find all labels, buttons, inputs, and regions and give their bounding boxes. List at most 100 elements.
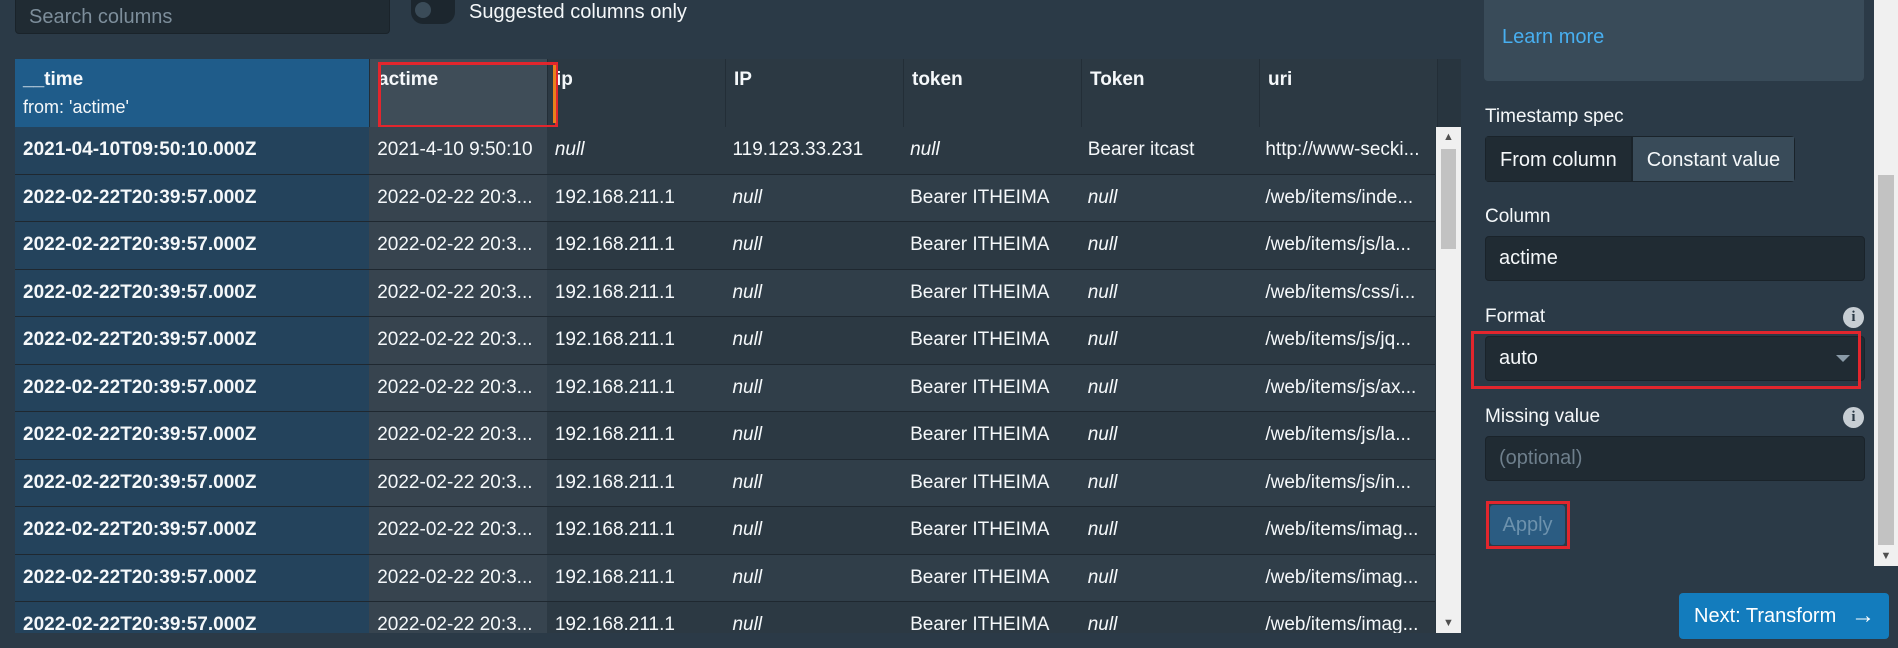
panel-scrollbar[interactable]: ▼ (1874, 0, 1898, 566)
cell-Token: null (1079, 602, 1258, 633)
data-table: __time from: 'actime' actime ip IP token… (15, 59, 1461, 633)
missing-value-input[interactable]: (optional) (1485, 436, 1865, 481)
column-resize-handle[interactable] (553, 65, 556, 123)
cell-actime: 2021-4-10 9:50:10 (369, 127, 547, 174)
info-icon[interactable]: i (1843, 307, 1864, 328)
cell-token: Bearer ITHEIMA (902, 222, 1080, 269)
cell-Token: null (1079, 459, 1258, 506)
cell-uri: /web/items/imag... (1257, 554, 1435, 601)
table-body: 2021-04-10T09:50:10.000Z 2021-4-10 9:50:1… (15, 127, 1435, 633)
cell-time: 2022-02-22T20:39:57.000Z (15, 459, 370, 506)
scroll-down-icon[interactable]: ▼ (1874, 546, 1898, 566)
column-header-Token[interactable]: Token (1082, 59, 1260, 127)
cell-Token: null (1079, 364, 1258, 411)
data-loader-page: Suggested columns only __time from: 'act… (0, 0, 1898, 648)
cell-IP: 119.123.33.231 (724, 127, 903, 174)
cell-token: Bearer ITHEIMA (902, 602, 1080, 633)
spec-option-constant-value[interactable]: Constant value (1631, 136, 1796, 182)
table-scrollbar[interactable]: ▲ ▼ (1436, 127, 1461, 633)
cell-ip: 192.168.211.1 (546, 364, 725, 411)
cell-time: 2022-02-22T20:39:57.000Z (15, 317, 370, 364)
cell-IP: null (724, 364, 903, 411)
cell-actime: 2022-02-22 20:3... (369, 602, 547, 633)
cell-IP: null (724, 602, 903, 633)
cell-uri: /web/items/js/ax... (1257, 364, 1435, 411)
cell-time: 2022-02-22T20:39:57.000Z (15, 364, 370, 411)
next-button-label: Next: Transform (1694, 605, 1837, 627)
cell-ip: 192.168.211.1 (546, 222, 725, 269)
cell-IP: null (724, 459, 903, 506)
next-transform-button[interactable]: Next: Transform → (1679, 593, 1889, 639)
cell-actime: 2022-02-22 20:3... (369, 459, 547, 506)
table-row: 2022-02-22T20:39:57.000Z 2022-02-22 20:3.… (15, 554, 1435, 602)
cell-IP: null (724, 317, 903, 364)
cell-time: 2022-02-22T20:39:57.000Z (15, 554, 370, 601)
cell-actime: 2022-02-22 20:3... (369, 222, 547, 269)
caret-down-icon (1836, 355, 1850, 362)
cell-Token: null (1079, 174, 1258, 221)
column-header-token[interactable]: token (904, 59, 1082, 127)
toggle-knob (415, 2, 431, 18)
column-label: Column (1485, 206, 1551, 227)
timestamp-spec-selector: From column Constant value (1485, 136, 1796, 182)
cell-Token: null (1079, 317, 1258, 364)
cell-uri: /web/items/js/la... (1257, 412, 1435, 459)
column-input[interactable]: actime (1485, 236, 1865, 281)
cell-uri: /web/items/inde... (1257, 174, 1435, 221)
cell-actime: 2022-02-22 20:3... (369, 554, 547, 601)
search-columns-input[interactable] (15, 0, 390, 34)
cell-IP: null (724, 507, 903, 554)
cell-token: Bearer ITHEIMA (902, 412, 1080, 459)
column-header-IP[interactable]: IP (726, 59, 904, 127)
column-header-actime[interactable]: actime (370, 59, 548, 127)
suggested-columns-label: Suggested columns only (469, 1, 687, 23)
cell-IP: null (724, 174, 903, 221)
format-label: Format (1485, 306, 1546, 327)
cell-uri: /web/items/css/i... (1257, 269, 1435, 316)
cell-Token: null (1079, 412, 1258, 459)
learn-more-link[interactable]: Learn more (1502, 26, 1604, 49)
info-icon[interactable]: i (1843, 407, 1864, 428)
cell-actime: 2022-02-22 20:3... (369, 269, 547, 316)
cell-time: 2022-02-22T20:39:57.000Z (15, 222, 370, 269)
column-header-uri[interactable]: uri (1260, 59, 1438, 127)
cell-IP: null (724, 269, 903, 316)
cell-ip: null (546, 127, 725, 174)
cell-Token: null (1079, 554, 1258, 601)
cell-token: Bearer ITHEIMA (902, 174, 1080, 221)
table-row: 2022-02-22T20:39:57.000Z 2022-02-22 20:3.… (15, 269, 1435, 317)
cell-ip: 192.168.211.1 (546, 459, 725, 506)
scrollbar-thumb[interactable] (1441, 149, 1456, 249)
arrow-right-icon: → (1851, 602, 1875, 629)
cell-uri: /web/items/js/la... (1257, 222, 1435, 269)
cell-actime: 2022-02-22 20:3... (369, 174, 547, 221)
cell-uri: /web/items/js/in... (1257, 459, 1435, 506)
format-select-value: auto (1499, 347, 1538, 369)
cell-actime: 2022-02-22 20:3... (369, 412, 547, 459)
suggested-columns-toggle[interactable] (411, 0, 455, 24)
column-header-time[interactable]: __time from: 'actime' (15, 59, 370, 127)
timestamp-spec-label: Timestamp spec (1485, 106, 1624, 127)
panel-scrollbar-thumb[interactable] (1878, 175, 1894, 545)
missing-value-label: Missing value (1485, 406, 1601, 427)
cell-token: Bearer ITHEIMA (902, 269, 1080, 316)
apply-button[interactable]: Apply (1490, 505, 1565, 545)
cell-IP: null (724, 554, 903, 601)
table-header: __time from: 'actime' actime ip IP token… (15, 59, 1461, 127)
cell-IP: null (724, 222, 903, 269)
scroll-down-icon[interactable]: ▼ (1436, 613, 1461, 633)
spec-option-from-column[interactable]: From column (1485, 136, 1632, 182)
cell-token: Bearer ITHEIMA (902, 554, 1080, 601)
cell-time: 2022-02-22T20:39:57.000Z (15, 602, 370, 633)
column-header-ip[interactable]: ip (548, 59, 726, 127)
format-select[interactable]: auto (1485, 336, 1865, 381)
scroll-up-icon[interactable]: ▲ (1436, 127, 1461, 147)
cell-Token: null (1079, 222, 1258, 269)
cell-Token: Bearer itcast (1079, 127, 1258, 174)
cell-IP: null (724, 412, 903, 459)
cell-actime: 2022-02-22 20:3... (369, 507, 547, 554)
cell-ip: 192.168.211.1 (546, 174, 725, 221)
cell-uri: /web/items/js/jq... (1257, 317, 1435, 364)
cell-token: Bearer ITHEIMA (902, 317, 1080, 364)
cell-ip: 192.168.211.1 (546, 412, 725, 459)
